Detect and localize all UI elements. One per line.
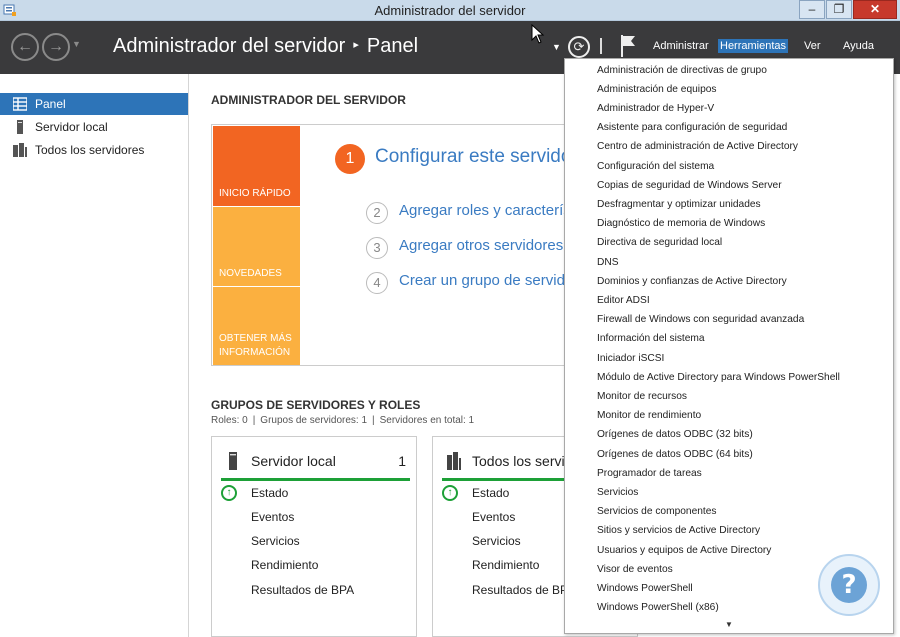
menu-item-directiva-seguridad-local[interactable]: Directiva de seguridad local	[597, 237, 722, 248]
menu-item-administracion-directivas-grupo[interactable]: Administración de directivas de grupo	[597, 65, 767, 76]
breadcrumb: Administrador del servidor ▸ Panel	[113, 35, 418, 58]
card-row-rendimiento[interactable]: Rendimiento	[251, 558, 318, 572]
history-dropdown-icon[interactable]: ▼	[72, 39, 81, 49]
minimize-button[interactable]: ‒	[799, 0, 825, 19]
back-arrow-icon[interactable]: ←	[11, 33, 39, 61]
server-icon	[229, 452, 237, 470]
menu-item-administracion-equipos[interactable]: Administración de equipos	[597, 84, 717, 95]
refresh-icon[interactable]: ⟳	[568, 36, 590, 58]
tile-inicio-rapido[interactable]: INICIO RÁPIDO	[213, 126, 300, 206]
menu-item-odbc-32[interactable]: Orígenes de datos ODBC (32 bits)	[597, 429, 753, 440]
menu-item-iniciador-iscsi[interactable]: Iniciador iSCSI	[597, 353, 664, 364]
servers-icon	[447, 452, 461, 470]
menu-item-visor-eventos[interactable]: Visor de eventos	[597, 564, 673, 575]
menu-item-usuarios-equipos-ad[interactable]: Usuarios y equipos de Active Directory	[597, 545, 771, 556]
server-groups-count: Grupos de servidores: 1	[260, 415, 368, 426]
sidebar-item-label: Todos los servidores	[35, 143, 145, 157]
watermark-glyph-icon: ?	[831, 567, 867, 603]
card-row-servicios[interactable]: Servicios	[472, 534, 521, 548]
header-divider	[600, 38, 602, 54]
menu-item-informacion-sistema[interactable]: Información del sistema	[597, 333, 705, 344]
menu-item-diagnostico-memoria[interactable]: Diagnóstico de memoria de Windows	[597, 218, 765, 229]
window-title: Administrador del servidor	[374, 3, 526, 18]
card-status-bar	[221, 478, 410, 481]
menu-ver[interactable]: Ver	[804, 40, 821, 52]
breadcrumb-dropdown-icon[interactable]: ▼	[552, 42, 561, 52]
menu-item-servicios[interactable]: Servicios	[597, 487, 638, 498]
card-row-estado[interactable]: Estado	[472, 486, 509, 500]
quick-start-panel: INICIO RÁPIDO NOVEDADES OBTENER MÁS INFO…	[211, 124, 676, 366]
tile-obtener-mas-informacion[interactable]: OBTENER MÁS INFORMACIÓN	[213, 287, 300, 365]
menu-item-desfragmentar[interactable]: Desfragmentar y optimizar unidades	[597, 199, 761, 210]
title-bar: Administrador del servidor ‒ ❐ ✕	[0, 0, 900, 21]
menu-item-odbc-64[interactable]: Orígenes de datos ODBC (64 bits)	[597, 449, 753, 460]
menu-item-editor-adsi[interactable]: Editor ADSI	[597, 295, 650, 306]
menu-item-monitor-recursos[interactable]: Monitor de recursos	[597, 391, 687, 402]
mouse-cursor-icon	[531, 24, 545, 44]
card-servidor-local[interactable]: Servidor local 1 ↑ Estado Eventos Servic…	[211, 436, 417, 637]
menu-item-asistente-seguridad[interactable]: Asistente para configuración de segurida…	[597, 122, 787, 133]
tile-label: OBTENER MÁS INFORMACIÓN	[219, 333, 292, 358]
step-number-badge: 4	[366, 272, 388, 294]
menu-item-modulo-ad-powershell[interactable]: Módulo de Active Directory para Windows …	[597, 372, 840, 383]
sidebar-item-label: Servidor local	[35, 120, 108, 134]
menu-item-sitios-servicios-ad[interactable]: Sitios y servicios de Active Directory	[597, 525, 760, 536]
server-icon	[17, 120, 23, 134]
menu-item-dns[interactable]: DNS	[597, 257, 619, 268]
card-count: 1	[398, 453, 406, 469]
step-number-badge: 2	[366, 202, 388, 224]
menu-item-dominios-confianzas[interactable]: Dominios y confianzas de Active Director…	[597, 276, 787, 287]
card-title[interactable]: Servidor local	[251, 453, 336, 469]
page-title: ADMINISTRADOR DEL SERVIDOR	[211, 93, 406, 107]
groups-section-title: GRUPOS DE SERVIDORES Y ROLES	[211, 398, 421, 412]
menu-item-administrador-hyper-v[interactable]: Administrador de Hyper-V	[597, 103, 714, 114]
tools-dropdown-menu: Administración de directivas de grupo Ad…	[564, 58, 894, 634]
scroll-down-icon[interactable]: ▼	[725, 620, 733, 629]
menu-item-copias-seguridad[interactable]: Copias de seguridad de Windows Server	[597, 180, 782, 191]
card-row-estado[interactable]: Estado	[251, 486, 288, 500]
step-number-badge: 1	[335, 144, 365, 174]
breadcrumb-separator-icon: ▸	[353, 39, 359, 51]
menu-item-windows-powershell[interactable]: Windows PowerShell	[597, 583, 693, 594]
forward-arrow-icon[interactable]: →	[42, 33, 70, 61]
card-row-bpa[interactable]: Resultados de BPA	[472, 583, 575, 597]
menu-item-programador-tareas[interactable]: Programador de tareas	[597, 468, 702, 479]
breadcrumb-root[interactable]: Administrador del servidor	[113, 35, 345, 57]
restore-button[interactable]: ❐	[826, 0, 852, 19]
tile-label: NOVEDADES	[219, 268, 282, 279]
close-button[interactable]: ✕	[853, 0, 897, 19]
sidebar-item-panel[interactable]: Panel	[0, 93, 188, 115]
menu-ayuda[interactable]: Ayuda	[843, 40, 874, 52]
menu-item-monitor-rendimiento[interactable]: Monitor de rendimiento	[597, 410, 701, 421]
watermark-logo: ?	[818, 554, 880, 616]
total-servers-count: Servidores en total: 1	[379, 415, 475, 426]
roles-count: Roles: 0	[211, 415, 248, 426]
status-ok-icon: ↑	[221, 485, 237, 501]
menu-administrar[interactable]: Administrar	[653, 40, 709, 52]
tile-novedades[interactable]: NOVEDADES	[213, 207, 300, 286]
dashboard-icon	[13, 97, 27, 111]
servers-icon	[13, 143, 27, 157]
menu-item-servicios-componentes[interactable]: Servicios de componentes	[597, 506, 716, 517]
breadcrumb-current: Panel	[366, 35, 419, 57]
notifications-flag-icon[interactable]	[619, 34, 637, 58]
status-ok-icon: ↑	[442, 485, 458, 501]
card-row-eventos[interactable]: Eventos	[472, 510, 515, 524]
menu-herramientas[interactable]: Herramientas	[718, 39, 789, 53]
step-number-badge: 3	[366, 237, 388, 259]
menu-item-firewall[interactable]: Firewall de Windows con seguridad avanza…	[597, 314, 804, 325]
menu-item-centro-administracion-ad[interactable]: Centro de administración de Active Direc…	[597, 141, 798, 152]
sidebar-item-todos-los-servidores[interactable]: Todos los servidores	[0, 139, 188, 161]
sidebar: Panel Servidor local Todos los servidore…	[0, 74, 189, 637]
card-row-servicios[interactable]: Servicios	[251, 534, 300, 548]
sidebar-item-servidor-local[interactable]: Servidor local	[0, 116, 188, 138]
sidebar-item-label: Panel	[35, 97, 66, 111]
card-row-rendimiento[interactable]: Rendimiento	[472, 558, 539, 572]
card-row-bpa[interactable]: Resultados de BPA	[251, 583, 354, 597]
groups-summary: Roles: 0 | Grupos de servidores: 1 | Servido…	[211, 415, 475, 426]
menu-item-configuracion-sistema[interactable]: Configuración del sistema	[597, 161, 714, 172]
card-row-eventos[interactable]: Eventos	[251, 510, 294, 524]
menu-item-windows-powershell-x86[interactable]: Windows PowerShell (x86)	[597, 602, 719, 613]
tile-label: INICIO RÁPIDO	[219, 188, 291, 199]
